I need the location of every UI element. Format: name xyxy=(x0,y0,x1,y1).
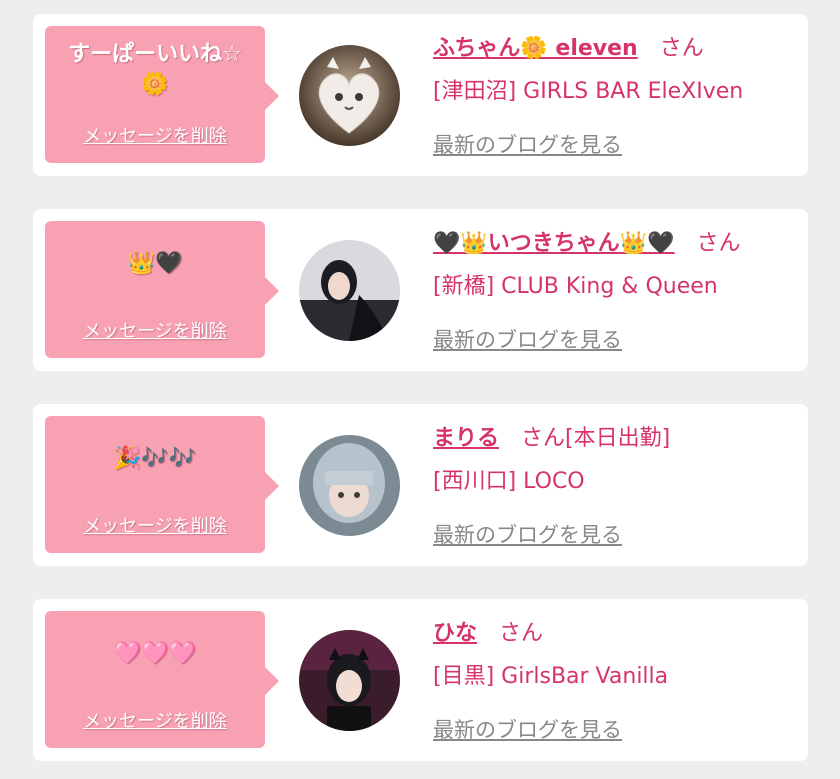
shop-label: [西川口] LOCO xyxy=(433,469,585,494)
message-bubble: すーぱーいいね☆ 🌼 メッセージを削除 xyxy=(45,26,279,163)
name-row: 🖤👑いつきちゃん👑🖤 さん xyxy=(433,225,741,257)
favorite-card: 👑🖤 メッセージを削除 🖤👑いつきちゃん👑🖤 さん [新橋] CLUB King… xyxy=(33,209,808,371)
message-text: 🩷🩷🩷 xyxy=(113,641,197,666)
favorite-card: 🩷🩷🩷 メッセージを削除 ひな さん [目黒] GirlsBar Vanilla… xyxy=(33,599,808,761)
favorite-card: すーぱーいいね☆ 🌼 メッセージを削除 ふちゃん🌼 eleven さん [津田沼… xyxy=(33,14,808,176)
avatar[interactable] xyxy=(299,240,400,341)
delete-message-link[interactable]: メッセージを削除 xyxy=(45,122,265,148)
avatar[interactable] xyxy=(299,630,400,731)
name-suffix: さん xyxy=(696,231,741,256)
name-row: まりる さん[本日出勤] xyxy=(433,420,670,452)
name-suffix: さん[本日出勤] xyxy=(521,426,671,451)
message-text: 👑🖤 xyxy=(127,251,183,276)
latest-blog-link[interactable]: 最新のブログを見る xyxy=(433,324,622,354)
latest-blog-link[interactable]: 最新のブログを見る xyxy=(433,519,622,549)
avatar[interactable] xyxy=(299,435,400,536)
favorite-card: 🎉🎶🎶 メッセージを削除 まりる さん[本日出勤] [西川口] LOCO 最新の… xyxy=(33,404,808,566)
latest-blog-link[interactable]: 最新のブログを見る xyxy=(433,714,622,744)
delete-message-link[interactable]: メッセージを削除 xyxy=(45,707,265,733)
cast-name-link[interactable]: まりる xyxy=(433,420,499,452)
cast-name-link[interactable]: ふちゃん🌼 eleven xyxy=(433,30,638,62)
cast-name-link[interactable]: 🖤👑いつきちゃん👑🖤 xyxy=(433,225,675,257)
name-suffix: さん xyxy=(659,36,704,61)
name-row: ふちゃん🌼 eleven さん xyxy=(433,30,704,62)
message-text: 🎉🎶🎶 xyxy=(113,446,197,471)
avatar[interactable] xyxy=(299,45,400,146)
message-bubble: 👑🖤 メッセージを削除 xyxy=(45,221,279,358)
shop-label: [目黒] GirlsBar Vanilla xyxy=(433,664,669,689)
name-suffix: さん xyxy=(499,621,544,646)
latest-blog-link[interactable]: 最新のブログを見る xyxy=(433,129,622,159)
message-bubble: 🩷🩷🩷 メッセージを削除 xyxy=(45,611,279,748)
shop-label: [津田沼] GIRLS BAR EleXIven xyxy=(433,79,744,104)
name-row: ひな さん xyxy=(433,615,543,647)
message-bubble: 🎉🎶🎶 メッセージを削除 xyxy=(45,416,279,553)
delete-message-link[interactable]: メッセージを削除 xyxy=(45,512,265,538)
shop-label: [新橋] CLUB King & Queen xyxy=(433,274,718,299)
message-text: すーぱーいいね☆ 🌼 xyxy=(68,42,242,97)
cast-name-link[interactable]: ひな xyxy=(433,615,477,647)
delete-message-link[interactable]: メッセージを削除 xyxy=(45,317,265,343)
